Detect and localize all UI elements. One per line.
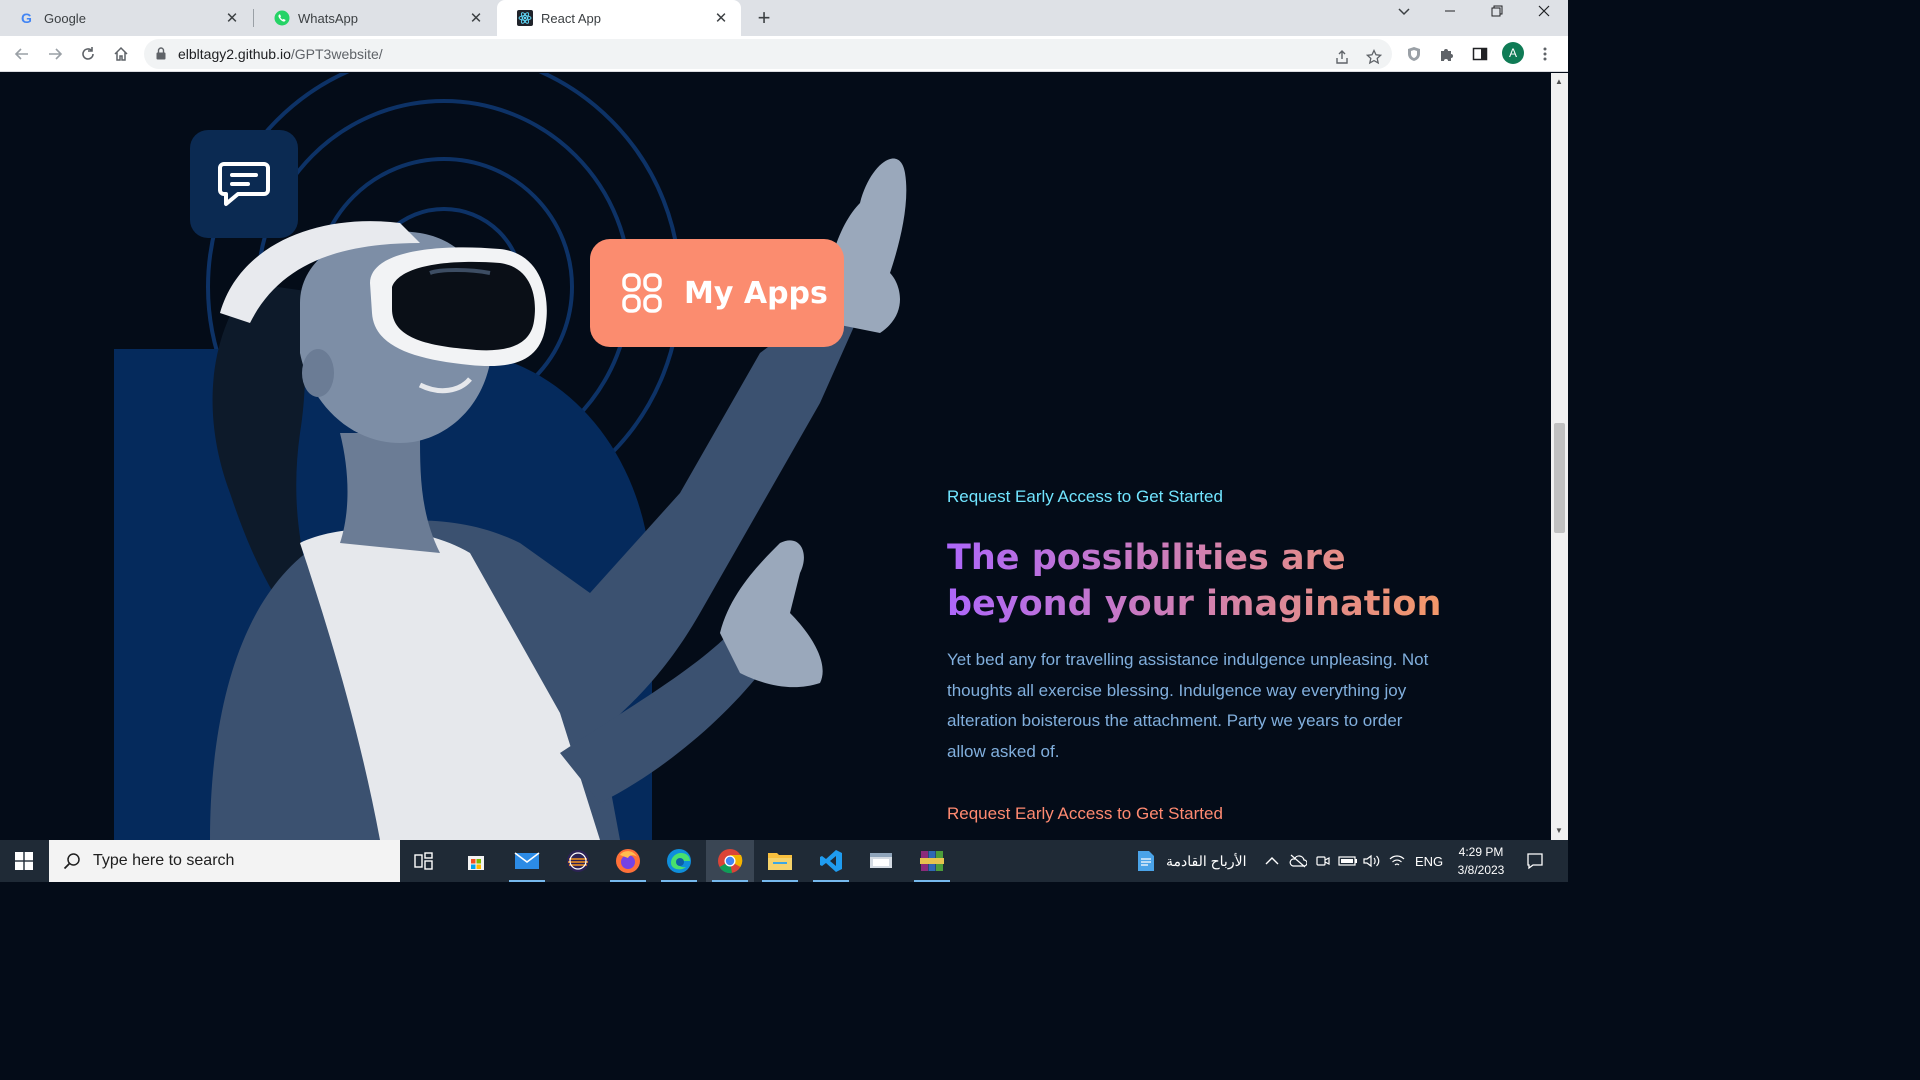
google-icon: G	[20, 10, 36, 26]
tab-whatsapp[interactable]: WhatsApp ✕	[254, 0, 496, 36]
request-access-link[interactable]: Request Early Access to Get Started	[947, 487, 1223, 507]
windows-logo-icon	[15, 852, 33, 870]
request-access-cta[interactable]: Request Early Access to Get Started	[947, 804, 1223, 824]
kebab-menu-icon[interactable]	[1533, 42, 1557, 66]
file-explorer-icon[interactable]	[756, 840, 804, 882]
tab-react-app[interactable]: React App ✕	[497, 0, 741, 36]
wifi-icon[interactable]	[1389, 840, 1405, 882]
windows-taskbar: Type here to search الأرباح القادمة ENG …	[0, 840, 1568, 882]
vr-hero-illustration: My Apps	[0, 73, 940, 840]
address-bar[interactable]: elbltagy2.github.io/GPT3website/	[144, 39, 1392, 69]
clock-time: 4:29 PM	[1458, 845, 1504, 859]
microsoft-store-icon[interactable]	[452, 840, 500, 882]
profile-avatar[interactable]: A	[1502, 42, 1524, 64]
share-icon[interactable]	[1330, 45, 1354, 69]
extensions-puzzle-icon[interactable]	[1435, 42, 1459, 66]
clock-date: 3/8/2023	[1457, 863, 1505, 877]
whatsapp-icon	[274, 10, 290, 26]
close-window-button[interactable]	[1532, 4, 1556, 22]
task-view-icon[interactable]	[400, 840, 448, 882]
browser-toolbar: elbltagy2.github.io/GPT3website/	[0, 36, 1568, 72]
side-panel-icon[interactable]	[1468, 42, 1492, 66]
news-text: الأرباح القادمة	[1166, 852, 1247, 869]
tab-strip: G Google ✕ WhatsApp ✕ React App ✕ +	[0, 0, 1568, 36]
scroll-down-icon[interactable]: ▼	[1555, 826, 1563, 835]
tab-search-chevron-icon[interactable]	[1392, 4, 1416, 23]
page-viewport: My Apps Request Early Access to Get Star…	[0, 73, 1551, 840]
restore-button[interactable]	[1485, 4, 1509, 22]
bookmark-star-icon[interactable]	[1362, 45, 1386, 69]
reload-button[interactable]	[76, 42, 100, 66]
meet-now-icon[interactable]	[1316, 840, 1330, 882]
back-button[interactable]	[10, 42, 34, 66]
chat-message-icon	[218, 162, 270, 206]
system-clock[interactable]: 4:29 PM 3/8/2023	[1448, 843, 1514, 879]
firefox-icon[interactable]	[604, 840, 652, 882]
react-icon	[517, 10, 533, 26]
lock-icon[interactable]	[156, 47, 166, 65]
my-apps-card: My Apps	[590, 239, 844, 347]
battery-icon[interactable]	[1338, 840, 1358, 882]
search-icon	[63, 853, 80, 870]
show-hidden-icons-chevron-icon[interactable]	[1265, 840, 1279, 882]
winrar-icon[interactable]	[908, 840, 956, 882]
tab-title: Google	[44, 10, 86, 26]
vr-woman-illustration	[114, 73, 907, 840]
tab-title: React App	[541, 10, 601, 26]
svg-text:G: G	[21, 10, 32, 26]
edge-icon[interactable]	[655, 840, 703, 882]
url-text: elbltagy2.github.io/GPT3website/	[178, 46, 383, 62]
vscode-icon[interactable]	[807, 840, 855, 882]
shield-extension-icon[interactable]	[1402, 42, 1426, 66]
tab-title: WhatsApp	[298, 10, 358, 26]
close-icon[interactable]: ✕	[224, 9, 240, 27]
new-tab-button[interactable]: +	[752, 5, 776, 31]
chrome-icon[interactable]	[706, 840, 754, 882]
forward-button[interactable]	[43, 42, 67, 66]
eclipse-icon[interactable]	[554, 840, 602, 882]
onedrive-offline-icon[interactable]	[1289, 840, 1307, 882]
notification-center-icon[interactable]	[1526, 840, 1544, 882]
document-icon	[1138, 851, 1154, 871]
my-apps-label: My Apps	[684, 275, 828, 311]
search-placeholder: Type here to search	[93, 852, 235, 869]
language-indicator[interactable]: ENG	[1415, 840, 1443, 882]
taskbar-search-box[interactable]: Type here to search	[49, 840, 400, 882]
url-path: /GPT3website/	[290, 46, 383, 62]
close-icon[interactable]: ✕	[468, 9, 484, 27]
section-headline: The possibilities are beyond your imagin…	[947, 535, 1447, 627]
page-scrollbar[interactable]: ▲ ▼	[1551, 73, 1568, 840]
section-body: Yet bed any for travelling assistance in…	[947, 650, 1429, 761]
chat-badge	[190, 130, 298, 238]
mail-icon[interactable]	[503, 840, 551, 882]
tab-google[interactable]: G Google ✕	[0, 0, 252, 36]
start-button[interactable]	[0, 840, 48, 882]
volume-icon[interactable]	[1363, 840, 1381, 882]
close-icon[interactable]: ✕	[713, 9, 729, 27]
home-button[interactable]	[109, 42, 133, 66]
minimize-button[interactable]	[1438, 4, 1462, 22]
news-widget[interactable]: الأرباح القادمة	[1136, 840, 1246, 882]
apps-grid-icon	[622, 273, 662, 313]
app-window-icon[interactable]	[857, 840, 905, 882]
url-host: elbltagy2.github.io	[178, 46, 291, 62]
scrollbar-thumb[interactable]	[1554, 423, 1565, 533]
scroll-up-icon[interactable]: ▲	[1555, 77, 1563, 86]
